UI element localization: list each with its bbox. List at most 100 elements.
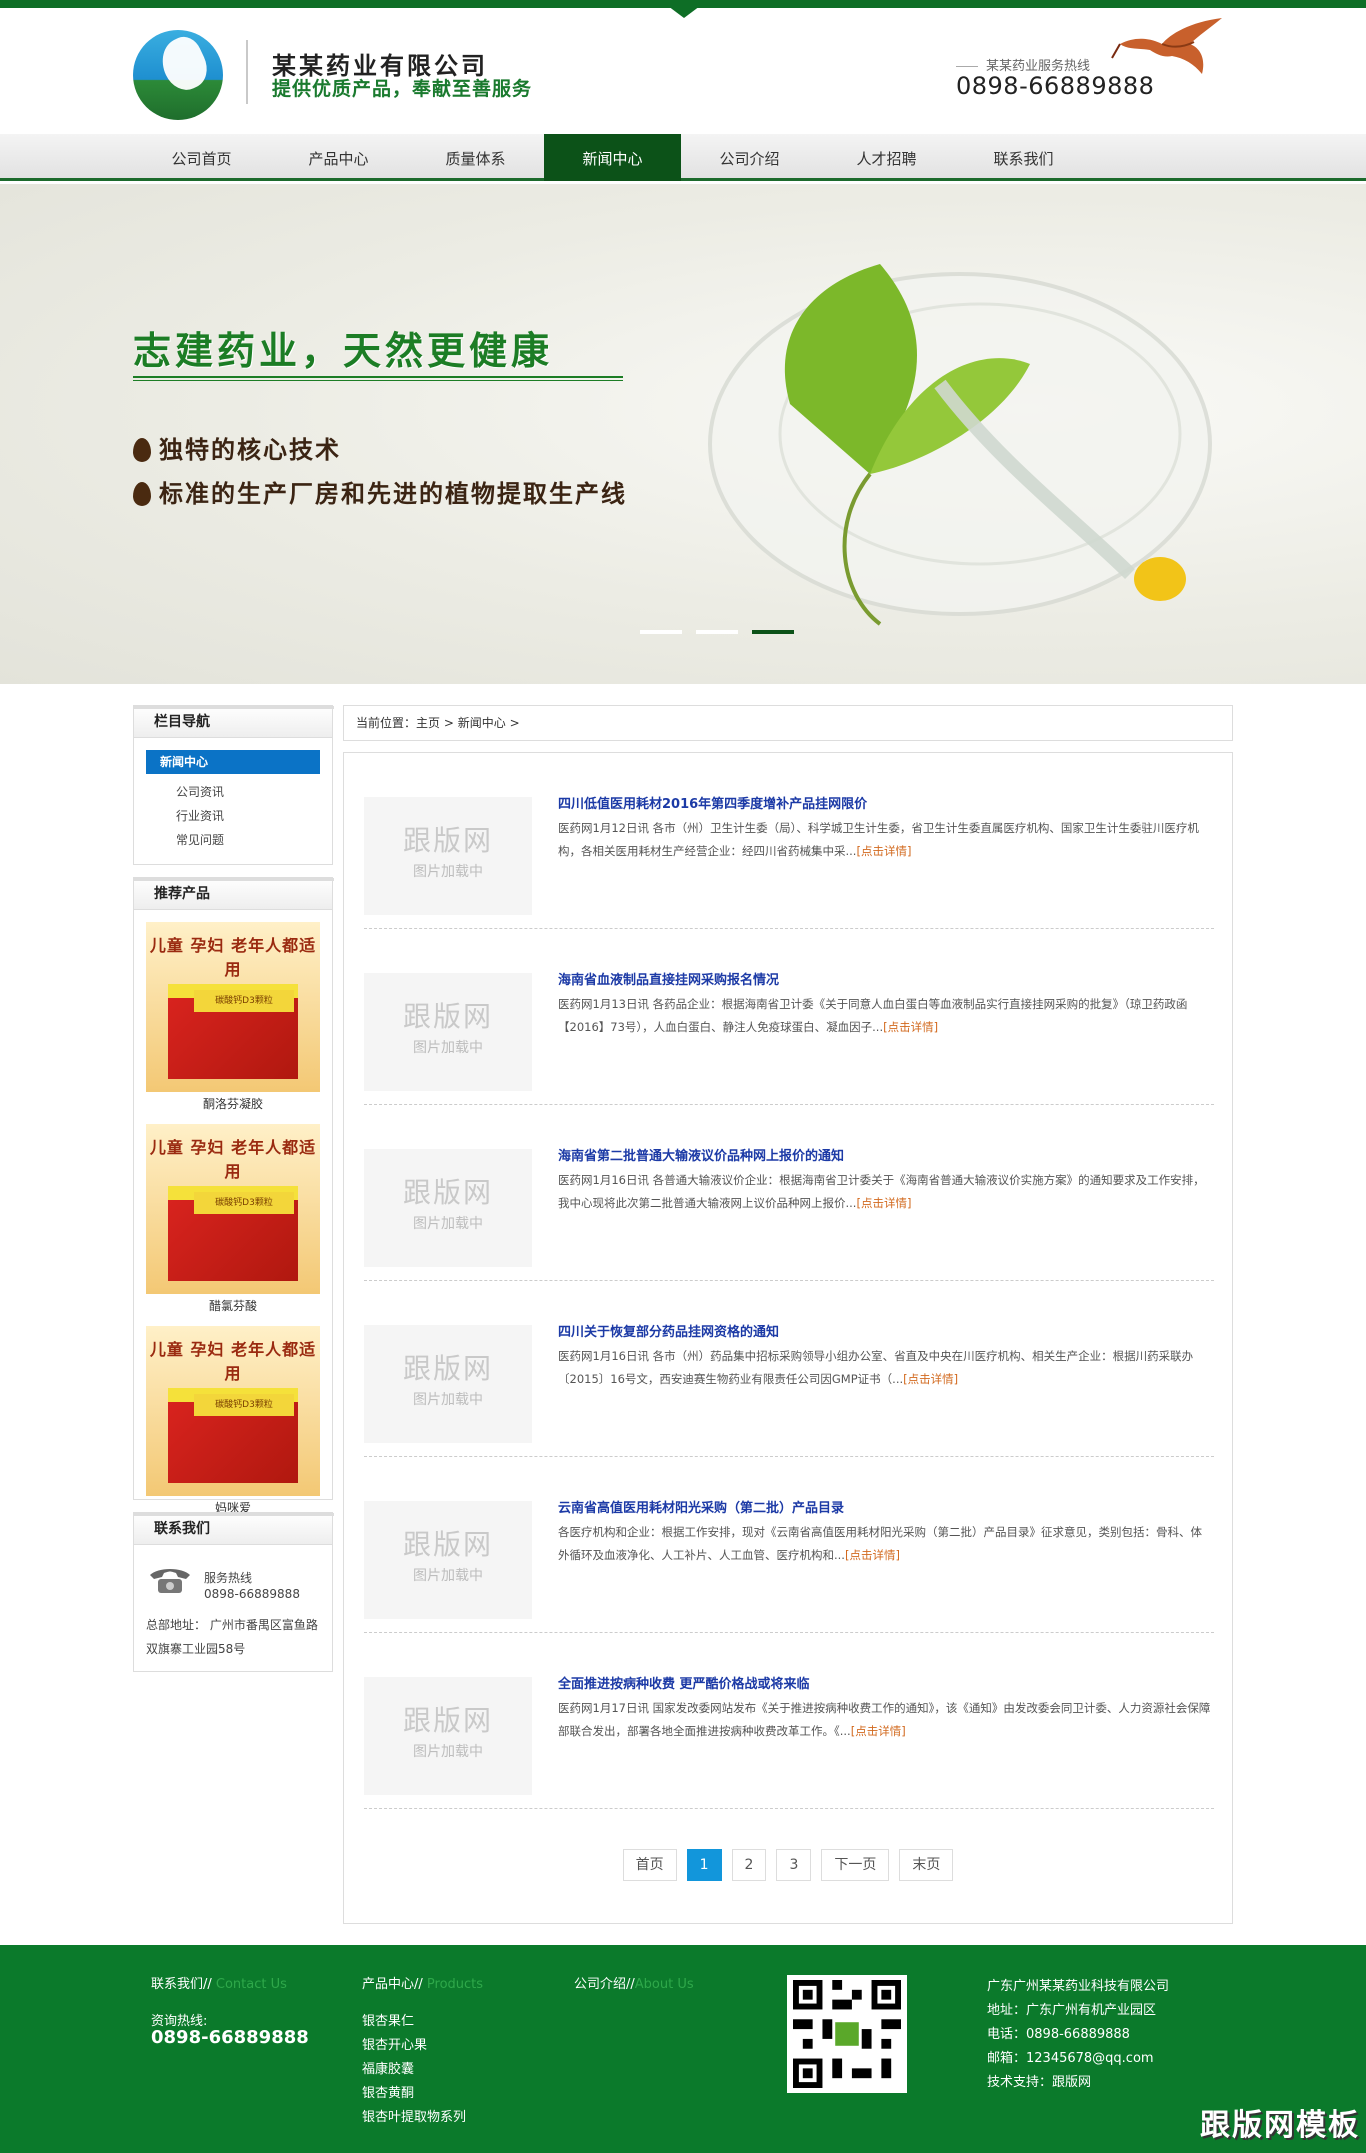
sidebar-item-news[interactable]: 新闻中心 (146, 750, 320, 774)
nav-item-home[interactable]: 公司首页 (133, 134, 270, 181)
breadcrumb-home[interactable]: 主页 (416, 716, 440, 730)
contact-hotline-number: 0898-66889888 (204, 1587, 300, 1601)
banner-bullet-text: 标准的生产厂房和先进的植物提取生产线 (159, 480, 627, 508)
nav-item-quality[interactable]: 质量体系 (407, 134, 544, 181)
footer-consult-number: 0898-66889888 (151, 2027, 309, 2048)
slider-dot[interactable] (696, 630, 738, 634)
footer-about-heading: 公司介绍//About Us (574, 1977, 694, 1992)
news-thumbnail[interactable]: 跟版网 图片加载中 (364, 973, 532, 1091)
sidebar-products-title: 推荐产品 (134, 878, 334, 910)
slider-dots (640, 630, 794, 634)
footer-phone: 电话：0898-66889888 (987, 2027, 1130, 2042)
ibis-bird-icon (1111, 18, 1222, 74)
thumb-brand: 跟版网 (402, 1528, 493, 1561)
page-2-button[interactable]: 2 (731, 1849, 767, 1881)
news-summary: 医药网1月16日讯 各市（州）药品集中招标采购领导小组办公室、省直及中央在川医疗… (558, 1349, 1194, 1386)
sidebar-item-industry-news[interactable]: 行业资讯 (134, 804, 332, 828)
news-summary: 医药网1月16日讯 各普通大输液议价企业：根据海南省卫计委关于《海南省普通大输液… (558, 1173, 1205, 1210)
read-more-link[interactable]: [点击详情] (856, 1196, 911, 1210)
banner-bullet-1: 独特的核心技术 (133, 430, 341, 465)
breadcrumb: 当前位置：主页 > 新闻中心 > (343, 705, 1233, 741)
thumb-brand: 跟版网 (402, 824, 493, 857)
breadcrumb-prefix: 当前位置： (356, 716, 417, 730)
product-image[interactable]: 儿童 孕妇 老年人都适用 碳酸钙D3颗粒 (146, 922, 320, 1092)
footer-product-link[interactable]: 福康胶囊 (362, 2058, 414, 2077)
slider-dot[interactable] (640, 630, 682, 634)
page-last-button[interactable]: 末页 (899, 1849, 954, 1881)
news-summary: 医药网1月13日讯 各药品企业：根据海南省卫计委《关于同意人血白蛋白等血液制品实… (558, 997, 1188, 1034)
top-accent-notch (660, 0, 708, 18)
news-thumbnail[interactable]: 跟版网 图片加载中 (364, 1325, 532, 1443)
product-box-label: 碳酸钙D3颗粒 (194, 1394, 294, 1416)
read-more-link[interactable]: [点击详情] (856, 844, 911, 858)
news-thumbnail[interactable]: 跟版网 图片加载中 (364, 1149, 532, 1267)
product-image[interactable]: 儿童 孕妇 老年人都适用 碳酸钙D3颗粒 (146, 1124, 320, 1294)
footer-support[interactable]: 技术支持：跟版网 (987, 2071, 1091, 2090)
news-title[interactable]: 全面推进按病种收费 更严酷价格战或将来临 (558, 1673, 810, 1692)
thumb-loading-text: 图片加载中 (413, 1744, 483, 1760)
product-name[interactable]: 醋氯芬酸 (146, 1294, 320, 1320)
news-thumbnail[interactable]: 跟版网 图片加载中 (364, 1501, 532, 1619)
news-title[interactable]: 海南省血液制品直接挂网采购报名情况 (558, 969, 779, 988)
page-next-button[interactable]: 下一页 (821, 1849, 890, 1881)
news-title[interactable]: 海南省第二批普通大输液议价品种网上报价的通知 (558, 1145, 844, 1164)
footer-address: 地址：广东广州有机产业园区 (987, 2003, 1157, 2018)
page-1-button[interactable]: 1 (686, 1849, 722, 1881)
product-box-label: 碳酸钙D3颗粒 (194, 990, 294, 1012)
hero-banner[interactable]: 志建药业，天然更健康 独特的核心技术 标准的生产厂房和先进的植物提取生产线 (0, 184, 1366, 684)
news-title[interactable]: 四川低值医用耗材2016年第四季度增补产品挂网限价 (558, 793, 867, 812)
nav-item-news[interactable]: 新闻中心 (544, 134, 681, 181)
sidebar-item-faq[interactable]: 常见问题 (134, 828, 332, 852)
news-item: 跟版网 图片加载中 海南省第二批普通大输液议价品种网上报价的通知 医药网1月16日… (364, 1105, 1214, 1281)
product-name[interactable]: 酮洛芬凝胶 (146, 1092, 320, 1118)
logo-divider (246, 40, 248, 104)
read-more-link[interactable]: [点击详情] (903, 1372, 958, 1386)
qr-code-icon (793, 1980, 901, 2088)
page-3-button[interactable]: 3 (776, 1849, 812, 1881)
thumb-loading-text: 图片加载中 (413, 1568, 483, 1584)
news-thumbnail[interactable]: 跟版网 图片加载中 (364, 797, 532, 915)
footer-product-link[interactable]: 银杏叶提取物系列 (362, 2106, 466, 2125)
thumb-brand: 跟版网 (402, 1704, 493, 1737)
main-nav: 公司首页 产品中心 质量体系 新闻中心 公司介绍 人才招聘 联系我们 (0, 134, 1366, 181)
banner-bullet-text: 独特的核心技术 (159, 436, 341, 464)
news-summary: 各医疗机构和企业：根据工作安排，现对《云南省高值医用耗材阳光采购（第二批）产品目… (558, 1525, 1202, 1562)
breadcrumb-current[interactable]: 新闻中心 (458, 716, 506, 730)
nav-item-jobs[interactable]: 人才招聘 (818, 134, 955, 181)
sidebar-contact-title: 联系我们 (134, 1513, 334, 1545)
banner-title: 志建药业，天然更健康 (133, 328, 554, 373)
banner-bullet-2: 标准的生产厂房和先进的植物提取生产线 (133, 474, 627, 509)
watermark-text: 跟版网模板 (1200, 2108, 1360, 2143)
product-image[interactable]: 儿童 孕妇 老年人都适用 碳酸钙D3颗粒 (146, 1326, 320, 1496)
telephone-icon (150, 1569, 190, 1593)
sidebar-item-company-news[interactable]: 公司资讯 (134, 780, 332, 804)
news-item: 跟版网 图片加载中 海南省血液制品直接挂网采购报名情况 医药网1月13日讯 各药品… (364, 929, 1214, 1105)
news-title[interactable]: 云南省高值医用耗材阳光采购（第二批）产品目录 (558, 1497, 844, 1516)
nav-item-products[interactable]: 产品中心 (270, 134, 407, 181)
nav-item-contact[interactable]: 联系我们 (955, 134, 1092, 181)
nav-item-about[interactable]: 公司介绍 (681, 134, 818, 181)
footer-product-link[interactable]: 银杏果仁 (362, 2010, 414, 2029)
slider-dot-active[interactable] (752, 630, 794, 634)
product-box-headline: 儿童 孕妇 老年人都适用 (149, 936, 317, 979)
read-more-link[interactable]: [点击详情] (851, 1724, 906, 1738)
news-item: 跟版网 图片加载中 全面推进按病种收费 更严酷价格战或将来临 医药网1月17日讯 … (364, 1633, 1214, 1809)
product-card[interactable]: 儿童 孕妇 老年人都适用 碳酸钙D3颗粒 醋氯芬酸 (146, 1124, 320, 1320)
breadcrumb-separator: > (509, 716, 520, 730)
news-item: 跟版网 图片加载中 四川关于恢复部分药品挂网资格的通知 医药网1月16日讯 各市（… (364, 1281, 1214, 1457)
read-more-link[interactable]: [点击详情] (883, 1020, 938, 1034)
sidebar-contact: 联系我们 服务热线 0898-66889888 总部地址： 广州市番禺区富鱼路双… (133, 1512, 334, 1672)
news-thumbnail[interactable]: 跟版网 图片加载中 (364, 1677, 532, 1795)
news-title[interactable]: 四川关于恢复部分药品挂网资格的通知 (558, 1321, 779, 1340)
footer-product-link[interactable]: 银杏开心果 (362, 2034, 427, 2053)
read-more-link[interactable]: [点击详情] (845, 1548, 900, 1562)
product-card[interactable]: 儿童 孕妇 老年人都适用 碳酸钙D3颗粒 酮洛芬凝胶 (146, 922, 320, 1118)
page-first-button[interactable]: 首页 (622, 1849, 677, 1881)
footer-products-heading: 产品中心// Products (362, 1977, 484, 1992)
footer-product-link[interactable]: 银杏黄酮 (362, 2082, 414, 2101)
product-card[interactable]: 儿童 孕妇 老年人都适用 碳酸钙D3颗粒 妈咪爱 (146, 1326, 320, 1522)
thumb-loading-text: 图片加载中 (413, 1216, 483, 1232)
breadcrumb-separator: > (443, 716, 454, 730)
company-logo[interactable] (133, 30, 223, 120)
site-footer: 联系我们// Contact Us 资询热线: 0898-66889888 产品… (0, 1945, 1366, 2153)
